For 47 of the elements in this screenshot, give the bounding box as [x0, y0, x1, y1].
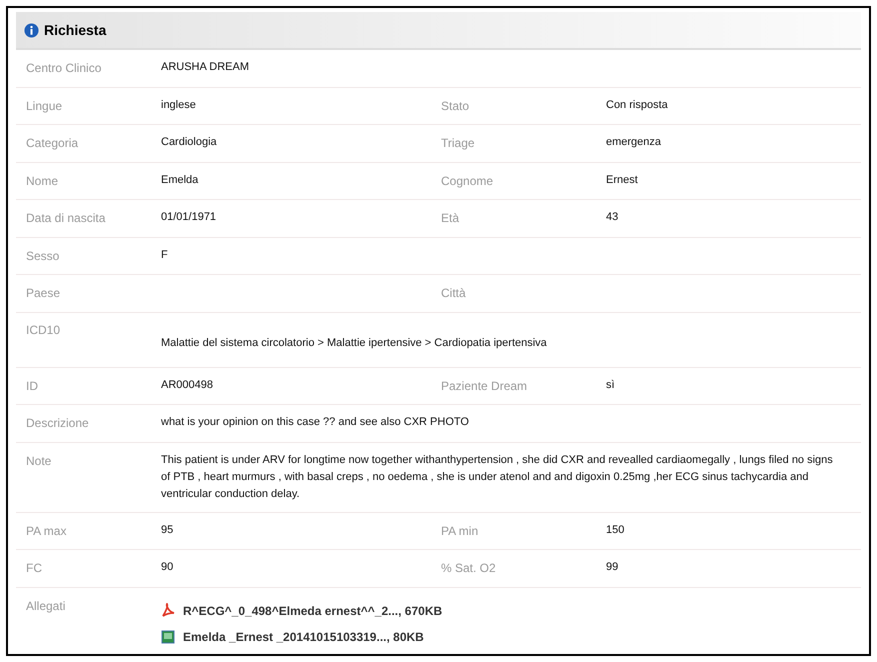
field-value: inglese [161, 98, 197, 112]
field-label: Nome [26, 174, 58, 188]
field-value: Con risposta [606, 98, 668, 110]
field-value: Ernest [606, 174, 638, 186]
field-label: FC [26, 561, 42, 575]
field-label: Descrizione [26, 416, 89, 430]
image-file-icon [161, 630, 175, 644]
field-value: emergenza [606, 136, 662, 148]
field-value: Malattie del sistema circolatorio > Malattie ipertensive > Cardiopatia ipertensiva [161, 336, 548, 350]
panel-title: Richiesta [44, 20, 106, 40]
field-label: ICD10 [26, 322, 60, 336]
field-value: what is your opinion on this case ?? and see also CXR PHOTO [161, 415, 470, 430]
field-label: Triage [441, 136, 475, 150]
pdf-file-icon [161, 603, 175, 618]
field-label: % Sat. O2 [441, 561, 496, 575]
field-value: ARUSHA DREAM [161, 60, 250, 75]
field-value: 95 [161, 522, 174, 538]
field-value: 90 [161, 560, 174, 575]
field-label: Paese [26, 286, 60, 300]
field-value: Cardiologia [161, 135, 218, 150]
info-icon [24, 22, 39, 38]
field-label: PA max [26, 524, 66, 538]
field-value: Emelda [161, 172, 200, 188]
field-value: AR000498 [161, 378, 214, 392]
field-label: Data di nascita [26, 211, 106, 225]
field-value: 99 [606, 561, 618, 573]
field-value: 01/01/1971 [161, 210, 218, 225]
field-label: Centro Clinico [26, 61, 102, 75]
field-label: Allegati [26, 598, 66, 612]
field-label: PA min [441, 524, 478, 538]
field-label: Cognome [441, 174, 494, 188]
field-label: Lingue [26, 98, 62, 112]
field-label: Sesso [26, 248, 60, 262]
field-label: Età [441, 211, 460, 225]
field-label: Paziente Dream [441, 378, 528, 392]
field-value: This patient is under ARV for longtime now together withanthypertension , she did CXR and revealled cardiaomegally , lungs filed no signs of PTB , heart murmurs , with basal creps , no oedema , she is under atenol and and digoxin 0.25mg ,her ECG sinus tachycardia and ventricular conduction delay. [161, 452, 834, 502]
field-label: Città [441, 286, 466, 300]
field-value: F [161, 248, 169, 262]
field-value: sì [606, 378, 615, 390]
field-label: Categoria [26, 136, 78, 150]
attachment-link[interactable]: Emelda _Ernest _20141015103319..., 80KB [183, 628, 424, 646]
field-value: 43 [606, 211, 618, 223]
field-label: ID [26, 378, 38, 392]
field-value: 150 [606, 524, 624, 536]
field-label: Stato [441, 98, 470, 112]
attachment-link[interactable]: R^ECG^_0_498^Elmeda ernest^^_2..., 670KB [183, 602, 442, 620]
field-label: Note [26, 454, 52, 468]
